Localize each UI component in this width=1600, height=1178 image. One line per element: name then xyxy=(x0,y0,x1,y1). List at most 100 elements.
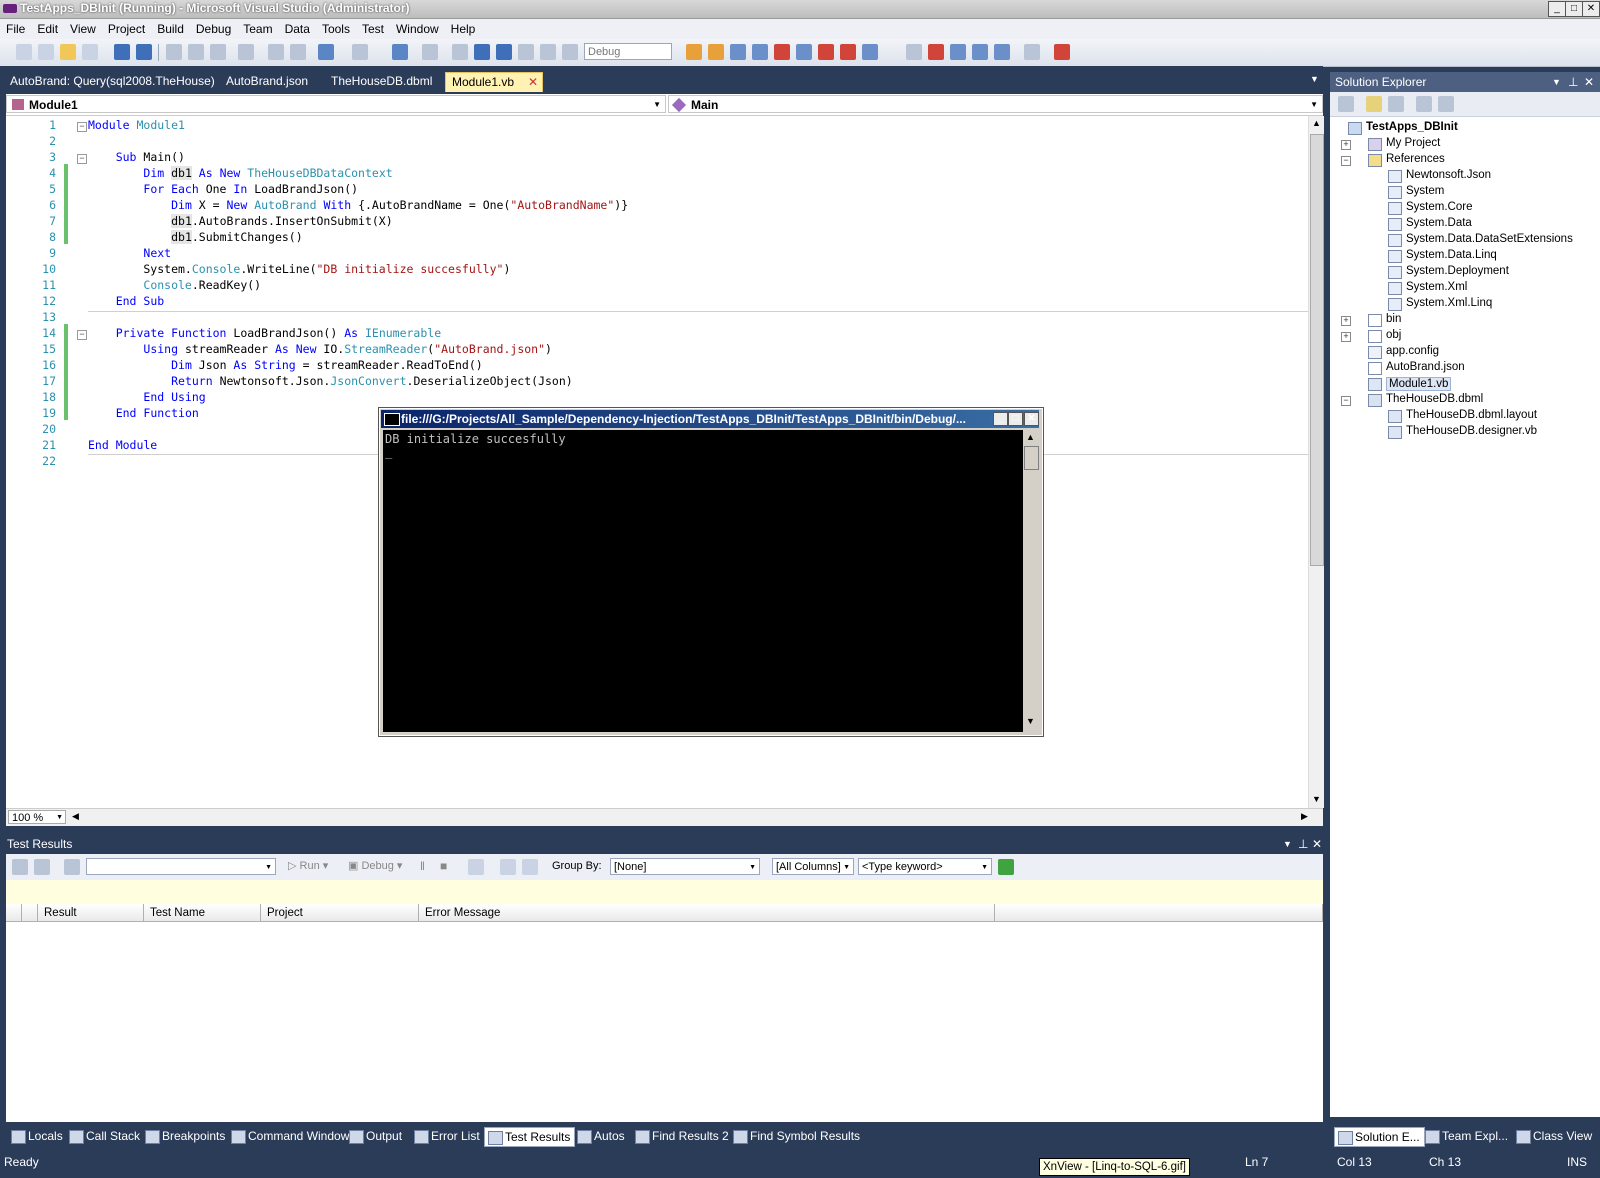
menu-tools[interactable]: Tools xyxy=(316,19,356,38)
find-icon[interactable] xyxy=(238,44,254,60)
toolbox-icon[interactable] xyxy=(752,44,768,60)
tree-node-file-thehousedb-designer-vb[interactable]: TheHouseDB.designer.vb xyxy=(1406,425,1537,437)
add-item-icon[interactable] xyxy=(38,44,54,60)
code-line[interactable]: db1.AutoBrands.InsertOnSubmit(X) xyxy=(88,214,393,228)
panel-menu-icon[interactable]: ▼ xyxy=(1552,72,1561,92)
step-over-icon[interactable] xyxy=(540,44,556,60)
copy-icon[interactable] xyxy=(188,44,204,60)
add-existing-icon[interactable] xyxy=(82,44,98,60)
tree-node-ref-system-deployment[interactable]: System.Deployment xyxy=(1406,265,1509,277)
menu-team[interactable]: Team xyxy=(237,19,278,38)
expand-icon[interactable]: + xyxy=(1341,332,1351,342)
tab-command-window[interactable]: Command Window xyxy=(228,1127,353,1145)
collapse-icon[interactable]: − xyxy=(1341,396,1351,406)
column-header-icon[interactable] xyxy=(22,904,38,922)
step-into-icon[interactable] xyxy=(518,44,534,60)
export-icon[interactable] xyxy=(500,859,516,875)
run-tests-icon[interactable] xyxy=(950,44,966,60)
pin-icon[interactable]: ⊥ xyxy=(1298,834,1308,854)
view-code-icon[interactable] xyxy=(1416,96,1432,112)
console-output-area[interactable]: DB initialize succesfully _ xyxy=(383,430,1023,732)
uncomment-icon[interactable] xyxy=(290,44,306,60)
menu-file[interactable]: File xyxy=(0,19,31,38)
column-header-test-name[interactable]: Test Name xyxy=(144,904,261,922)
comment-icon[interactable] xyxy=(268,44,284,60)
keyword-filter-input[interactable]: <Type keyword> ▼ xyxy=(858,858,992,875)
test-hierarchy-icon[interactable] xyxy=(34,859,50,875)
tab-autobrand-json[interactable]: AutoBrand.json xyxy=(220,72,314,91)
test-view-icon[interactable] xyxy=(994,44,1010,60)
open-file-icon[interactable] xyxy=(60,44,76,60)
pause-icon[interactable]: ‖ xyxy=(420,859,425,873)
code-line[interactable]: Private Function LoadBrandJson() As IEnu… xyxy=(88,326,441,340)
class-combo[interactable]: Module1 ▼ xyxy=(6,95,666,113)
object-browser-icon[interactable] xyxy=(730,44,746,60)
close-button[interactable]: ✕ xyxy=(1582,1,1600,17)
properties-icon[interactable] xyxy=(1338,96,1354,112)
cut-icon[interactable] xyxy=(166,44,182,60)
console-maximize-button[interactable]: □ xyxy=(1008,412,1023,426)
solution-explorer-icon[interactable] xyxy=(686,44,702,60)
tree-node-file-autobrand-json[interactable]: AutoBrand.json xyxy=(1386,361,1465,373)
console-close-button[interactable]: ✕ xyxy=(1024,412,1039,426)
navigate-forward-icon[interactable] xyxy=(422,44,438,60)
tab-find-symbol-results[interactable]: Find Symbol Results xyxy=(730,1127,864,1145)
step-out-icon[interactable] xyxy=(562,44,578,60)
code-line[interactable]: db1.SubmitChanges() xyxy=(88,230,303,244)
import-icon[interactable] xyxy=(468,859,484,875)
scroll-down-icon[interactable]: ▼ xyxy=(1312,794,1321,804)
start-debug-icon[interactable] xyxy=(452,44,468,60)
console-minimize-button[interactable]: _ xyxy=(993,412,1008,426)
code-line[interactable]: For Each One In LoadBrandJson() xyxy=(88,182,358,196)
new-project-icon[interactable] xyxy=(16,44,32,60)
tree-node-ref-system-data-datasetextensions[interactable]: System.Data.DataSetExtensions xyxy=(1406,233,1573,245)
tree-node-project[interactable]: TestApps_DBInit xyxy=(1366,121,1458,133)
output-window-icon[interactable] xyxy=(862,44,878,60)
show-all-files-icon[interactable] xyxy=(1366,96,1382,112)
tab-autos[interactable]: Autos xyxy=(574,1127,629,1145)
tab-error-list[interactable]: Error List xyxy=(411,1127,484,1145)
close-panel-icon[interactable]: ✕ xyxy=(1312,834,1322,854)
tree-node-file-thehousedb-dbml-layout[interactable]: TheHouseDB.dbml.layout xyxy=(1406,409,1537,421)
tab-module1-vb[interactable]: Module1.vb ✕ xyxy=(445,72,543,92)
column-header-project[interactable]: Project xyxy=(261,904,419,922)
editor-horizontal-scrollbar[interactable]: 100 % ▼ ◀ ▶ xyxy=(6,808,1323,826)
tree-node-ref-system-xml[interactable]: System.Xml xyxy=(1406,281,1467,293)
menu-debug[interactable]: Debug xyxy=(190,19,237,38)
tab-thehousedb-dbml[interactable]: TheHouseDB.dbml xyxy=(325,72,438,91)
undo-icon[interactable] xyxy=(318,44,334,60)
code-line[interactable]: Console.ReadKey() xyxy=(88,278,261,292)
tab-test-results[interactable]: Test Results xyxy=(484,1127,576,1147)
code-line[interactable]: Dim X = New AutoBrand With {.AutoBrandNa… xyxy=(88,198,628,212)
tree-node-file-thehousedb-dbml[interactable]: TheHouseDB.dbml xyxy=(1386,393,1483,405)
member-combo[interactable]: Main ▼ xyxy=(668,95,1323,113)
solution-configuration-combo[interactable]: Debug xyxy=(584,43,672,60)
go-to-icon[interactable] xyxy=(906,44,922,60)
scroll-right-icon[interactable]: ▶ xyxy=(1301,811,1308,822)
column-header-result[interactable]: Result xyxy=(38,904,144,922)
tab-class-view[interactable]: Class View xyxy=(1513,1127,1596,1145)
console-title-bar[interactable]: file:///G:/Projects/All_Sample/Dependenc… xyxy=(381,410,1039,428)
panel-menu-icon[interactable]: ▼ xyxy=(1283,834,1292,854)
server-explorer-icon[interactable] xyxy=(796,44,812,60)
save-icon[interactable] xyxy=(114,44,130,60)
tab-team-explorer[interactable]: Team Expl... xyxy=(1422,1127,1512,1145)
code-line[interactable]: Dim Json As String = streamReader.ReadTo… xyxy=(88,358,483,372)
save-all-icon[interactable] xyxy=(136,44,152,60)
code-line[interactable]: End Sub xyxy=(88,294,164,308)
scroll-thumb[interactable] xyxy=(1310,134,1324,566)
tree-node-ref-system-data[interactable]: System.Data xyxy=(1406,217,1472,229)
team-explorer-icon[interactable] xyxy=(774,44,790,60)
collapse-icon[interactable]: − xyxy=(77,122,87,132)
extensions-icon[interactable] xyxy=(1054,44,1070,60)
publish-icon[interactable] xyxy=(522,859,538,875)
run-button[interactable]: ▷ Run ▾ xyxy=(288,859,328,872)
test-results-icon[interactable] xyxy=(972,44,988,60)
menu-help[interactable]: Help xyxy=(445,19,482,38)
columns-combo[interactable]: [All Columns] ▼ xyxy=(772,858,854,875)
tree-node-file-app-config[interactable]: app.config xyxy=(1386,345,1439,357)
scroll-left-icon[interactable]: ◀ xyxy=(72,811,79,822)
scroll-up-icon[interactable]: ▲ xyxy=(1312,118,1321,128)
tab-breakpoints[interactable]: Breakpoints xyxy=(142,1127,229,1145)
tree-node-ref-system-data-linq[interactable]: System.Data.Linq xyxy=(1406,249,1497,261)
